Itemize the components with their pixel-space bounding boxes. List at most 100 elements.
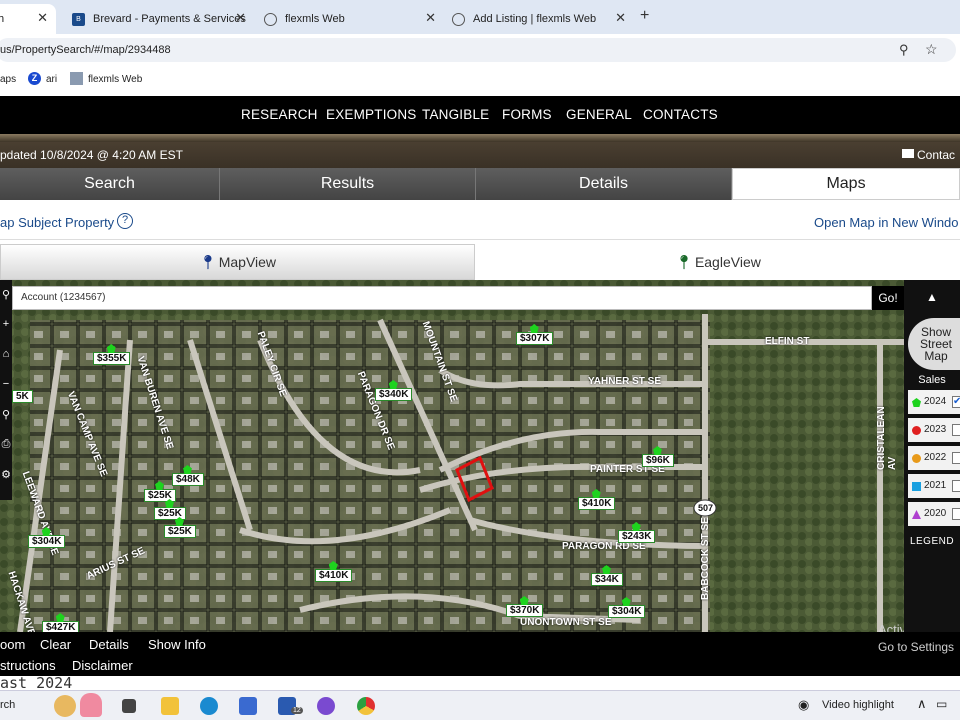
network-icon[interactable]: ▭ [936, 697, 947, 711]
map-search-icon[interactable]: ⚲ [0, 288, 12, 310]
print-icon[interactable]: ⎙ [0, 438, 12, 460]
account-search-input[interactable]: Account (1234567) [12, 286, 872, 310]
zoom-icon[interactable]: ⚲ [899, 42, 909, 58]
collapse-arrow-icon[interactable]: ▲ [904, 290, 960, 304]
copilot-icon[interactable] [317, 697, 335, 715]
sale-price-label[interactable]: $25K [154, 499, 186, 520]
sale-price: $427K [46, 622, 76, 632]
disclaimer-link[interactable]: Disclaimer [72, 658, 133, 673]
bookmark-maps[interactable]: aps [0, 74, 16, 85]
tab-maps[interactable]: Maps [732, 168, 960, 200]
browser-tab-add-listing[interactable]: Add Listing | flexmls Web ✕ [444, 4, 634, 34]
eagleview-button[interactable]: 📍︎ EagleView [476, 244, 960, 280]
flexmls-favicon-icon [452, 12, 465, 26]
tab-details[interactable]: Details [476, 168, 732, 200]
sale-price-label[interactable]: $355K [93, 344, 131, 365]
map-tool-strip: ⚲ + ⌂ − ⚲ ⎙ ⚙ [0, 280, 12, 500]
sale-price: $48K [176, 474, 200, 485]
map-pin-icon: 📍︎ [198, 253, 217, 270]
year-filter-2024[interactable]: 2024 ✔ [908, 390, 960, 414]
map-subject-property-link[interactable]: ap Subject Property [0, 215, 114, 230]
year-checkbox[interactable]: ✔ [952, 396, 960, 408]
url-field[interactable]: us/PropertySearch/#/map/2934488 [0, 38, 956, 62]
browser-tab-bar: h ✕ B Brevard - Payments & Services ✕ fl… [0, 0, 960, 34]
show-info-link[interactable]: Show Info [148, 637, 206, 652]
sale-price-label[interactable]: $410K [578, 489, 616, 510]
year-filter-2023[interactable]: 2023 [908, 418, 960, 442]
sale-price-label[interactable]: $370K [506, 596, 544, 617]
home-icon[interactable]: ⌂ [0, 348, 12, 370]
file-explorer-icon[interactable] [161, 697, 179, 715]
new-tab-button[interactable]: + [640, 7, 649, 25]
tab-label: flexmls Web [285, 13, 345, 25]
browser-tab-flexmls[interactable]: flexmls Web ✕ [256, 4, 444, 34]
chrome-icon[interactable] [357, 697, 375, 715]
year-filter-2021[interactable]: 2021 [908, 474, 960, 498]
sale-price: $340K [379, 389, 409, 400]
year-filter-2022[interactable]: 2022 [908, 446, 960, 470]
mapview-label: MapView [218, 254, 277, 270]
nav-tangible[interactable]: TANGIBLE [422, 107, 489, 122]
sale-price-label[interactable]: $304K [608, 597, 646, 618]
zoom-out-icon[interactable]: − [0, 378, 12, 400]
sale-price-label[interactable]: $34K [591, 565, 623, 586]
instructions-link[interactable]: structions [0, 658, 56, 673]
tab-search[interactable]: Search [0, 168, 220, 200]
legend-button[interactable]: LEGEND [904, 536, 960, 547]
details-link[interactable]: Details [89, 637, 129, 652]
nav-exemptions[interactable]: EXEMPTIONS [326, 107, 417, 122]
go-button[interactable]: Go! [872, 286, 904, 310]
street-label: ELFIN ST [765, 336, 810, 347]
nav-contacts[interactable]: CONTACTS [643, 107, 718, 122]
help-icon[interactable]: ? [117, 213, 133, 229]
open-map-new-window-link[interactable]: Open Map in New Windo [814, 215, 959, 230]
task-view-icon[interactable] [122, 699, 136, 713]
aerial-map[interactable]: ⚲ + ⌂ − ⚲ ⎙ ⚙ Account (1234567) Go! VAN … [0, 280, 904, 632]
close-icon[interactable]: ✕ [235, 10, 246, 26]
sale-price-label[interactable]: $243K [618, 522, 656, 543]
sale-price-label[interactable]: $25K [144, 481, 176, 502]
nav-general[interactable]: GENERAL [566, 107, 632, 122]
contact-link[interactable]: Contac [917, 148, 955, 162]
map-subbar: ap Subject Property ? Open Map in New Wi… [0, 200, 960, 240]
tab-results[interactable]: Results [220, 168, 476, 200]
bookmark-star-icon[interactable]: ☆ [925, 41, 938, 58]
close-icon[interactable]: ✕ [37, 10, 48, 26]
browser-tab-active[interactable]: h ✕ [0, 4, 56, 34]
video-highlight-label[interactable]: Video highlight [822, 699, 894, 711]
clear-link[interactable]: Clear [40, 637, 71, 652]
sale-price-label[interactable]: $427K [42, 613, 80, 632]
browser-tab-brevard[interactable]: B Brevard - Payments & Services ✕ [64, 4, 254, 34]
year-checkbox[interactable] [952, 480, 960, 492]
zoom-in-icon[interactable]: + [0, 318, 12, 340]
sale-price-label[interactable]: $48K [172, 465, 204, 486]
sale-price-label[interactable]: $304K [28, 527, 66, 548]
nav-forms[interactable]: FORMS [502, 107, 552, 122]
year-checkbox[interactable] [952, 452, 960, 464]
street-label: BABCOCK ST SE [700, 517, 711, 600]
sale-price-label[interactable]: $25K [164, 517, 196, 538]
gear-icon[interactable]: ⚙ [0, 468, 12, 490]
edge-icon[interactable] [200, 697, 218, 715]
bookmark-flexmls[interactable]: flexmls Web [88, 74, 142, 85]
year-checkbox[interactable] [952, 424, 960, 436]
taskbar-search[interactable]: rch [0, 699, 15, 711]
flexmls-favicon-icon [264, 12, 277, 26]
chevron-up-icon[interactable]: ∧ [917, 696, 927, 712]
zoom-link[interactable]: oom [0, 637, 25, 652]
show-street-map-button[interactable]: Show Street Map [908, 318, 960, 370]
measure-icon[interactable]: ⚲ [0, 408, 12, 430]
nav-research[interactable]: RESEARCH [241, 107, 318, 122]
sale-price-label[interactable]: $410K [315, 561, 353, 582]
sale-price-label[interactable]: $96K [642, 446, 674, 467]
year-checkbox[interactable] [952, 508, 960, 520]
store-icon[interactable] [239, 697, 257, 715]
mapview-button[interactable]: 📍︎ MapView [0, 244, 475, 280]
sale-price-label[interactable]: 5K [12, 390, 33, 403]
bookmark-ari[interactable]: ari [46, 74, 57, 85]
sale-price-label[interactable]: $340K [375, 380, 413, 401]
sale-price-label[interactable]: $307K [516, 324, 554, 345]
close-icon[interactable]: ✕ [615, 10, 626, 26]
close-icon[interactable]: ✕ [425, 10, 436, 26]
year-filter-2020[interactable]: 2020 [908, 502, 960, 526]
